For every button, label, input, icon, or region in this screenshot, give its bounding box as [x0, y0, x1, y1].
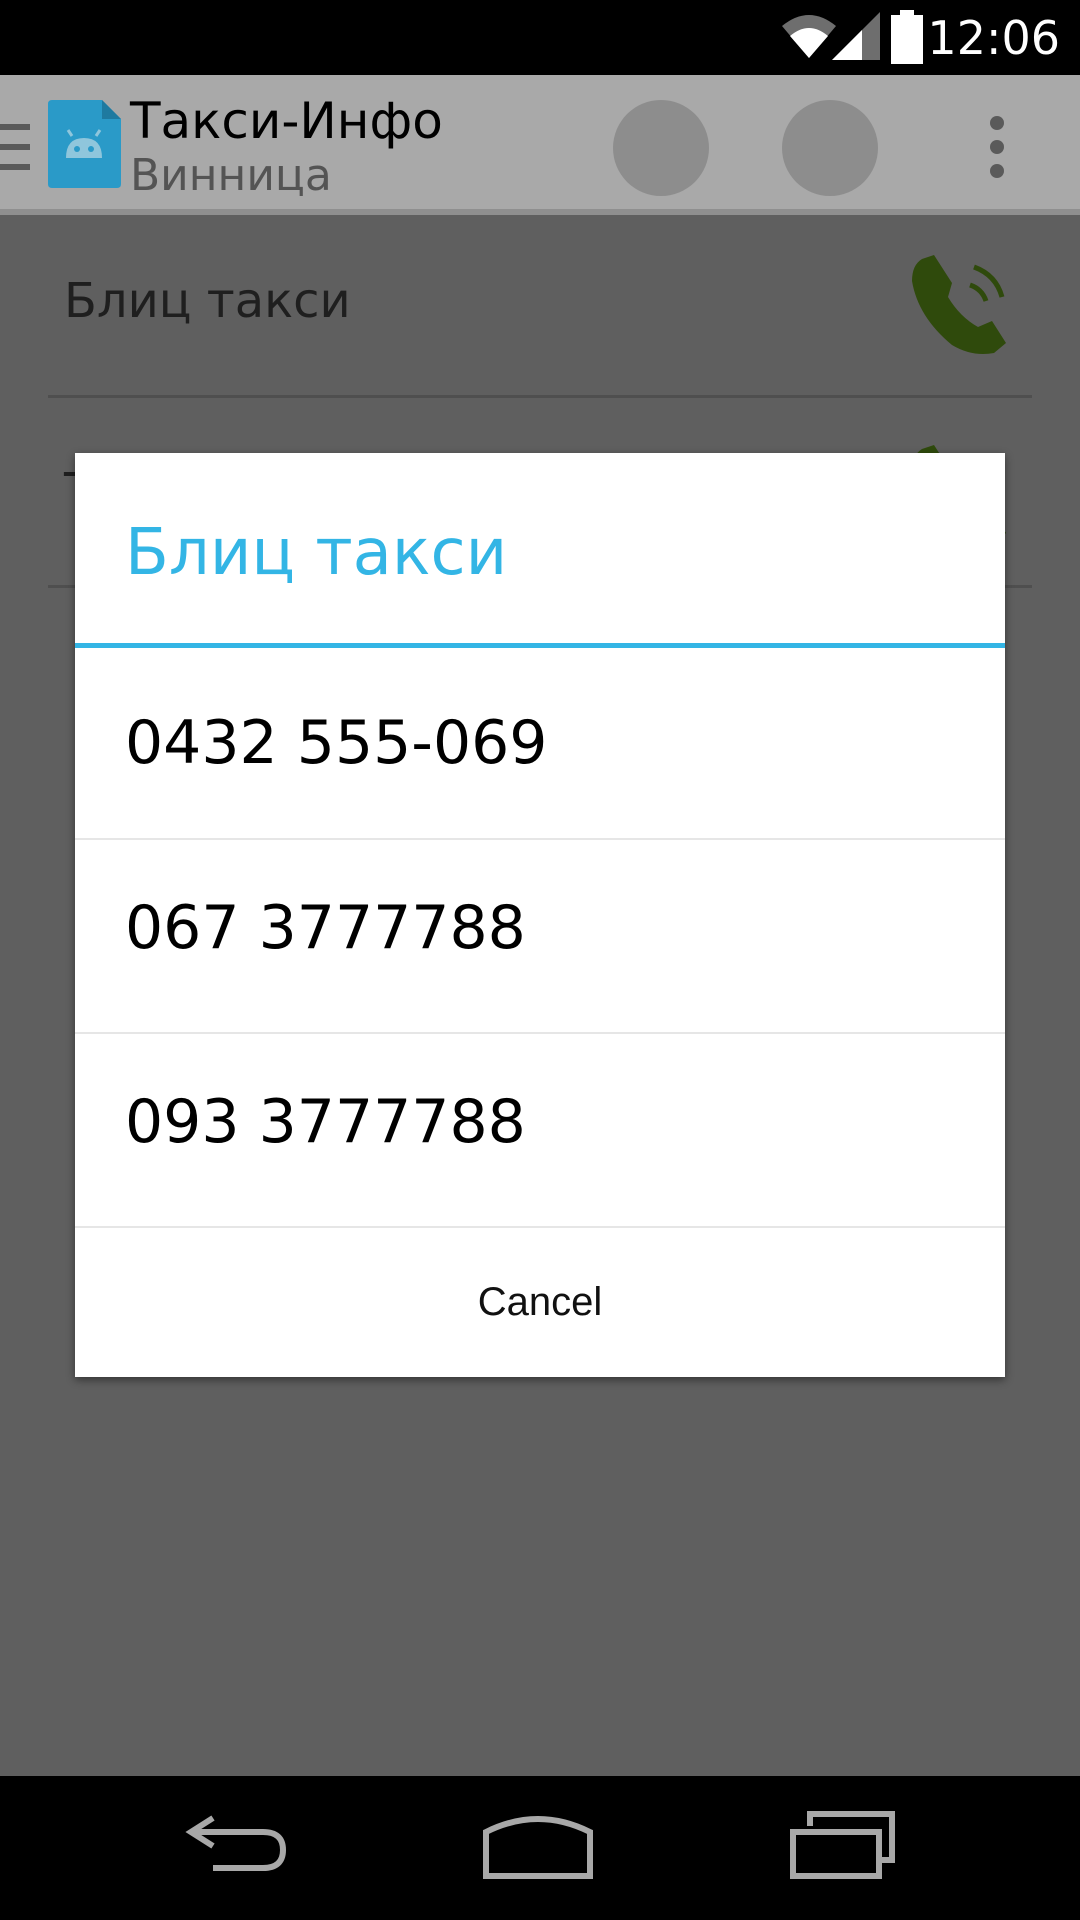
cancel-button[interactable]: Cancel [75, 1228, 1005, 1377]
signal-icon [832, 12, 880, 64]
list-item-label: Блиц такси [64, 273, 351, 329]
phone-dialog: Блиц такси 0432 555-069 067 3777788 093 … [75, 453, 1005, 1377]
list-divider [48, 395, 1032, 398]
phone-call-icon[interactable] [908, 251, 1014, 361]
action-button-2[interactable] [782, 100, 878, 196]
status-bar: 12:06 [0, 0, 1080, 75]
recents-icon[interactable] [788, 1806, 898, 1890]
status-time: 12:06 [927, 11, 1060, 65]
battery-icon [890, 10, 924, 68]
phone-number: 0432 555-069 [125, 708, 548, 778]
action-bar: Такси-Инфо Винница [0, 75, 1080, 215]
screen: 12:06 Такси-Инфо Винница Блиц такси Блиц… [0, 0, 1080, 1920]
phone-option-2[interactable]: 067 3777788 [75, 840, 1005, 1032]
list-item[interactable]: Блиц такси [0, 221, 1080, 411]
back-icon[interactable] [183, 1806, 289, 1890]
home-icon[interactable] [482, 1806, 594, 1890]
phone-option-3[interactable]: 093 3777788 [75, 1034, 1005, 1226]
navigation-bar [0, 1776, 1080, 1920]
phone-option-1[interactable]: 0432 555-069 [75, 648, 1005, 838]
app-title: Такси-Инфо [130, 92, 443, 150]
phone-number: 067 3777788 [125, 893, 526, 963]
app-subtitle: Винница [130, 150, 332, 201]
drawer-icon[interactable] [0, 124, 30, 174]
overflow-menu-icon[interactable] [987, 115, 1007, 183]
action-button-1[interactable] [613, 100, 709, 196]
dialog-title: Блиц такси [125, 516, 508, 590]
phone-number: 093 3777788 [125, 1087, 526, 1157]
wifi-icon [780, 12, 838, 64]
android-app-icon[interactable] [48, 100, 121, 188]
